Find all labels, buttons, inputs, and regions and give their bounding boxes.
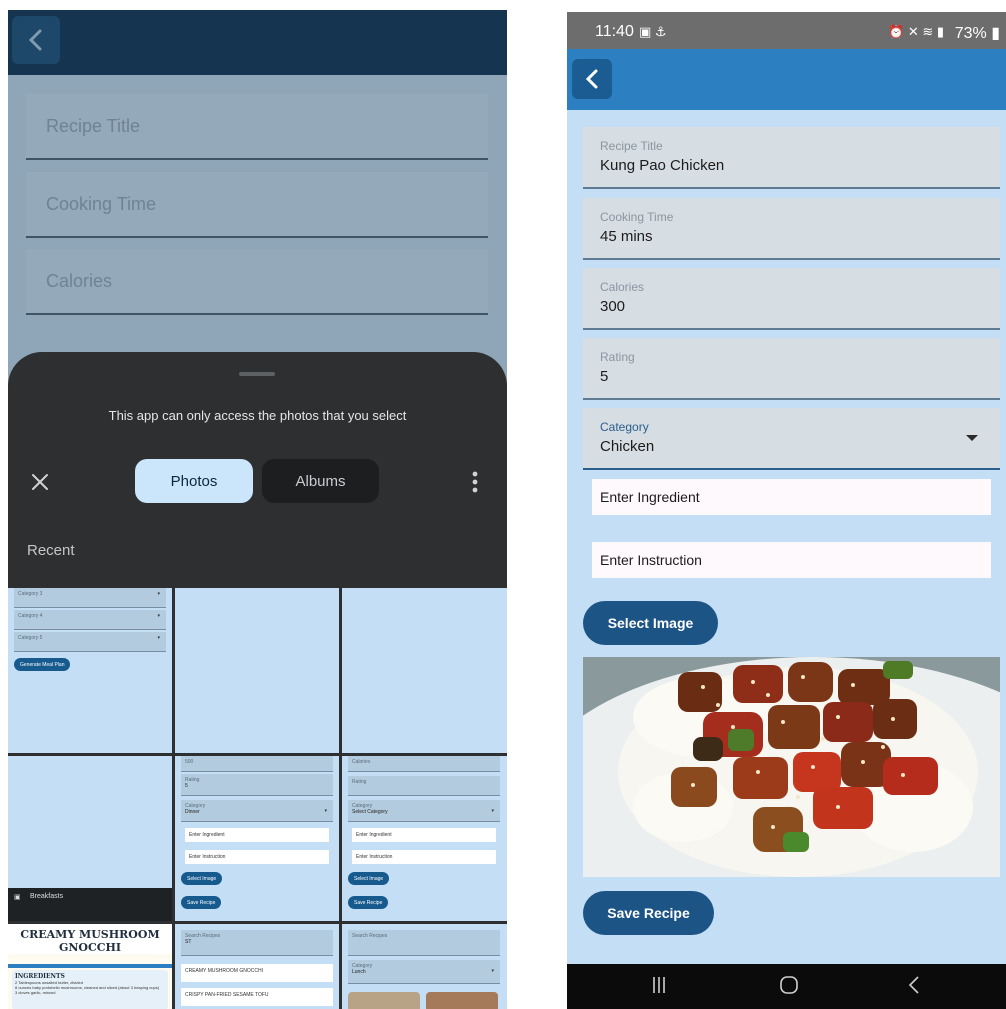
field-label: Calories <box>600 280 645 294</box>
status-time: 11:40 <box>595 23 634 40</box>
field-value: 5 <box>600 368 609 385</box>
mini-field: Category 4 ▾ <box>14 610 166 630</box>
more-options-icon[interactable] <box>472 470 478 494</box>
photo-picker-sheet: This app can only access the photos that… <box>8 352 507 588</box>
ingredients-box: INGREDIENTS 2 Tablespoons unsalted butte… <box>12 970 168 1009</box>
close-icon[interactable] <box>28 470 52 494</box>
drag-handle[interactable] <box>239 372 275 376</box>
cooking-time-field[interactable]: Cooking Time <box>26 172 488 238</box>
mini-header: ▣ Breakfasts <box>8 888 172 921</box>
mini-field: Search Recipes <box>348 930 500 956</box>
photo-thumbnail[interactable]: Search Recipes ST CREAMY MUSHROOM GNOCCHI… <box>175 924 339 1009</box>
photo-thumbnail[interactable]: CREAMY MUSHROOM GNOCCHI INGREDIENTS 2 Ta… <box>8 924 172 1009</box>
mini-button: Save Recipe <box>348 896 389 909</box>
mini-food-image <box>426 992 498 1009</box>
signal-icons: ⏰ ✕ ≋ ▮ <box>888 24 944 39</box>
photo-thumbnail[interactable] <box>342 588 507 753</box>
mini-field: Category 3 ▾ <box>14 588 166 608</box>
photo-thumbnail[interactable]: Category 3 ▾ Category 4 ▾ Category 5 ▾ Gene… <box>8 588 172 753</box>
photo-picker-screen: Recipe Title Cooking Time Calories This … <box>8 10 507 1009</box>
field-placeholder: Recipe Title <box>46 116 141 136</box>
category-dropdown[interactable]: Category Chicken <box>583 408 1000 470</box>
food-photo <box>583 657 1000 877</box>
back-arrow-icon <box>585 69 598 89</box>
rating-field[interactable]: Rating 5 <box>583 338 1000 400</box>
select-image-button[interactable]: Select Image <box>583 601 718 645</box>
mini-field: Rating <box>348 776 500 796</box>
back-button[interactable] <box>12 16 60 64</box>
photo-thumbnail[interactable]: 500 Rating 5 Category Dinner ▾ Enter Ingred… <box>175 756 339 921</box>
field-placeholder: Calories <box>46 271 113 291</box>
mini-menu-icon: ▣ <box>14 894 21 901</box>
home-icon[interactable] <box>779 975 799 995</box>
photo-thumbnail[interactable]: ▣ Breakfasts <box>8 756 172 921</box>
recipe-title-field[interactable]: Recipe Title <box>26 94 488 160</box>
recipe-card-title: CREAMY MUSHROOM GNOCCHI <box>8 924 172 954</box>
mini-field: Category Dinner ▾ <box>181 800 333 822</box>
mini-field: Rating 5 <box>181 774 333 796</box>
tab-photos[interactable]: Photos <box>135 459 253 503</box>
field-value: Kung Pao Chicken <box>600 157 725 174</box>
mini-field: Category Select Category ▾ <box>348 800 500 822</box>
mini-food-image <box>348 992 420 1009</box>
battery-level: 73% ▮ <box>954 25 1000 42</box>
calories-field[interactable]: Calories 300 <box>583 268 1000 330</box>
photo-thumbnail[interactable] <box>175 588 339 753</box>
add-recipe-screen: 11:40 ▣ ⚓ ⏰ ✕ ≋ ▮ 73% ▮ Recipe Title Kun… <box>567 12 1006 1009</box>
recipe-image <box>583 657 1000 877</box>
mini-input: Enter Ingredient <box>352 828 496 842</box>
mini-button: Generate Meal Plan <box>14 658 71 671</box>
photo-grid: Category 3 ▾ Category 4 ▾ Category 5 ▾ Gene… <box>8 588 507 1009</box>
system-nav-bar <box>567 964 1006 1009</box>
notification-icons: ▣ ⚓ <box>639 24 667 39</box>
access-notice: This app can only access the photos that… <box>108 408 407 423</box>
mini-button: Select Image <box>348 872 390 885</box>
ingredient-input[interactable]: Enter Ingredient <box>592 479 991 515</box>
mini-input: Enter Instruction <box>185 850 329 864</box>
mini-list-item: CRISPY PAN-FRIED SESAME TOFU <box>181 988 333 1006</box>
recent-apps-icon[interactable] <box>652 975 666 995</box>
field-placeholder: Cooking Time <box>46 194 157 214</box>
field-label: Cooking Time <box>600 210 674 224</box>
tab-albums[interactable]: Albums <box>262 459 379 503</box>
mini-field: Category 5 ▾ <box>14 632 166 652</box>
back-button[interactable] <box>572 59 612 99</box>
ingredient-line: 3 cloves garlic, minced <box>15 990 56 995</box>
section-recent: Recent <box>27 542 75 559</box>
mini-field: Search Recipes ST <box>181 930 333 956</box>
field-value: Chicken <box>600 438 655 455</box>
cooking-time-field[interactable]: Cooking Time 45 mins <box>583 198 1000 260</box>
back-arrow-icon <box>28 29 42 51</box>
photo-thumbnail[interactable]: Calories Rating Category Select Category ▾… <box>342 756 507 921</box>
mini-button: Select Image <box>181 872 223 885</box>
ingredients-heading: INGREDIENTS <box>15 973 65 980</box>
mini-field: Category Lunch ▾ <box>348 960 500 984</box>
status-bar: 11:40 ▣ ⚓ ⏰ ✕ ≋ ▮ 73% ▮ <box>567 12 1006 49</box>
divider <box>8 964 172 968</box>
mini-input: Enter Instruction <box>352 850 496 864</box>
mini-input: Enter Ingredient <box>185 828 329 842</box>
mini-button: Save Recipe <box>181 896 222 909</box>
photo-thumbnail[interactable]: Search Recipes Category Lunch ▾ <box>342 924 507 1009</box>
dropdown-arrow-icon <box>966 435 978 441</box>
back-nav-icon[interactable] <box>907 975 921 995</box>
field-value: 45 mins <box>600 228 653 245</box>
mini-field: 500 <box>181 756 333 772</box>
mini-label: Breakfasts <box>30 893 64 900</box>
recipe-title-field[interactable]: Recipe Title Kung Pao Chicken <box>583 127 1000 189</box>
field-label: Recipe Title <box>600 139 663 153</box>
field-label: Category <box>600 420 649 434</box>
calories-field[interactable]: Calories <box>26 249 488 315</box>
mini-list-item: CREAMY MUSHROOM GNOCCHI <box>181 964 333 982</box>
field-value: 300 <box>600 298 626 315</box>
app-bar <box>567 49 1006 110</box>
battery-icon: ▮ <box>991 25 1000 42</box>
field-label: Rating <box>600 350 635 364</box>
app-bar <box>8 10 507 75</box>
instruction-input[interactable]: Enter Instruction <box>592 542 991 578</box>
mini-field: Calories <box>348 756 500 772</box>
save-recipe-button[interactable]: Save Recipe <box>583 891 714 935</box>
